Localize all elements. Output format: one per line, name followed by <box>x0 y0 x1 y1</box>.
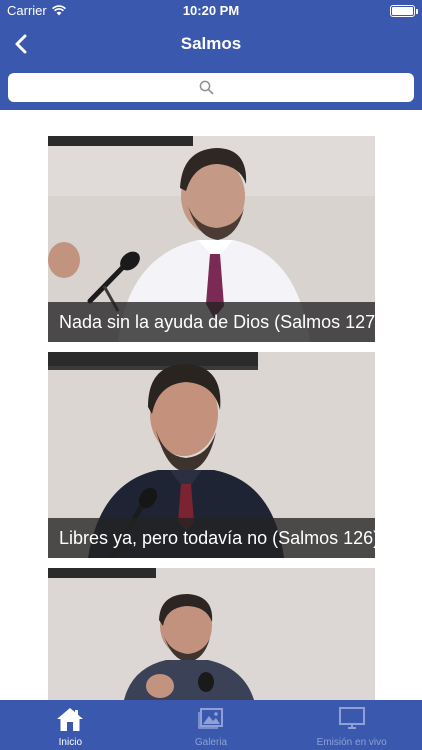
video-thumbnail <box>48 568 375 700</box>
tab-galeria[interactable]: Galeria <box>141 700 282 750</box>
tab-bar: Inicio Galeria Emisión en vivo <box>0 700 422 750</box>
status-time: 10:20 PM <box>182 3 240 18</box>
tab-label: Inicio <box>58 737 83 748</box>
gallery-icon <box>198 708 223 729</box>
tab-label: Emisión en vivo <box>316 737 387 748</box>
nav-bar: Salmos <box>0 22 422 66</box>
search-bar <box>0 66 422 110</box>
tab-label: Galeria <box>194 737 228 748</box>
status-bar: Carrier 10:20 PM <box>0 0 422 22</box>
page-title: Salmos <box>180 34 242 53</box>
video-card[interactable]: Nada sin la ayuda de Dios (Salmos 127) <box>48 136 375 342</box>
video-caption: Libres ya, pero todavía no (Salmos 126) <box>48 518 375 558</box>
video-list: Nada sin la ayuda de Dios (Salmos 127) L… <box>0 110 422 700</box>
search-input[interactable] <box>8 73 414 102</box>
video-caption: Nada sin la ayuda de Dios (Salmos 127) <box>48 302 375 342</box>
battery-icon <box>390 5 418 17</box>
video-card[interactable] <box>48 568 375 700</box>
tab-inicio[interactable]: Inicio <box>0 700 141 750</box>
video-card[interactable]: Libres ya, pero todavía no (Salmos 126) <box>48 352 375 558</box>
tab-emision-en-vivo[interactable]: Emisión en vivo <box>281 700 422 750</box>
tv-icon <box>338 707 365 729</box>
home-icon <box>57 708 84 731</box>
